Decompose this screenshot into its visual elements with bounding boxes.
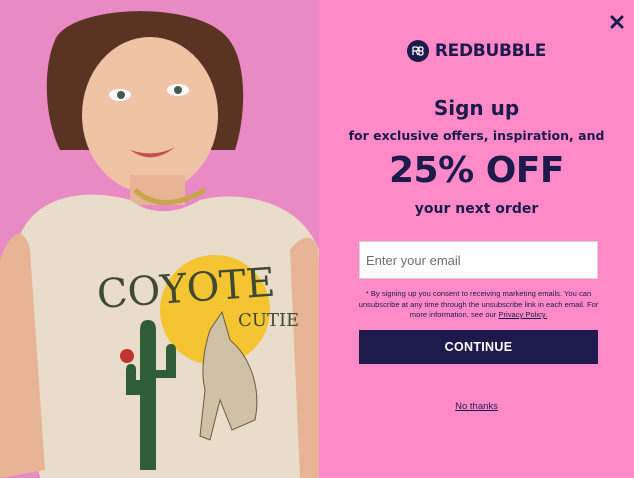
no-thanks-link[interactable]: No thanks [319, 401, 634, 412]
model-wearing-coyote-cutie-tee-illustration: COYOTE CUTIE [0, 0, 319, 478]
email-field[interactable] [359, 241, 598, 279]
discount-suffix: your next order [414, 201, 539, 217]
signup-modal: REDBUBBLE Sign up for exclusive offers, … [319, 0, 634, 478]
continue-button[interactable]: CONTINUE [359, 330, 598, 364]
signup-subheading: for exclusive offers, inspiration, and [348, 128, 605, 143]
close-button[interactable] [607, 12, 627, 32]
consent-text: * By signing up you consent to receiving… [358, 289, 599, 319]
svg-text:CUTIE: CUTIE [238, 310, 299, 331]
discount-text: 25% OFF [389, 150, 565, 191]
brand-logo: REDBUBBLE [319, 40, 634, 62]
redbubble-logo-icon [406, 40, 429, 62]
brand-name: REDBUBBLE [434, 41, 547, 61]
signup-heading: Sign up [433, 96, 520, 120]
consent-notice: * By signing up you consent to receiving… [357, 289, 600, 321]
close-icon [610, 15, 624, 29]
promo-photo: COYOTE CUTIE [0, 0, 319, 478]
privacy-policy-link[interactable]: Privacy Policy. [498, 310, 547, 319]
